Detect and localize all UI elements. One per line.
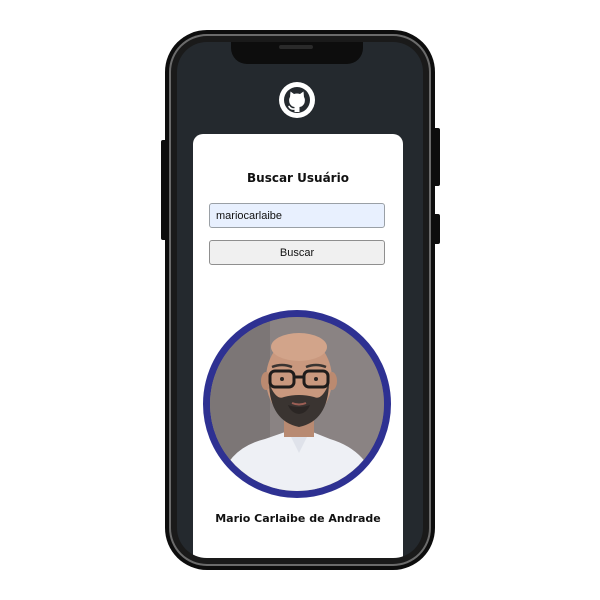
phone-notch — [231, 42, 363, 64]
avatar — [203, 310, 391, 498]
phone-frame: Buscar Usuário Buscar — [161, 30, 440, 570]
username-input[interactable] — [209, 203, 385, 228]
power-button — [433, 128, 440, 186]
github-icon — [279, 82, 315, 118]
search-button[interactable]: Buscar — [209, 240, 385, 265]
side-button — [433, 214, 440, 244]
speaker-grille — [279, 45, 313, 49]
page-title: Buscar Usuário — [247, 171, 349, 185]
phone-screen: Buscar Usuário Buscar — [177, 42, 423, 558]
user-full-name: Mario Carlaibe de Andrade — [215, 512, 381, 525]
search-card: Buscar Usuário Buscar — [193, 134, 403, 558]
volume-button — [161, 140, 167, 240]
user-avatar-photo — [210, 317, 384, 491]
